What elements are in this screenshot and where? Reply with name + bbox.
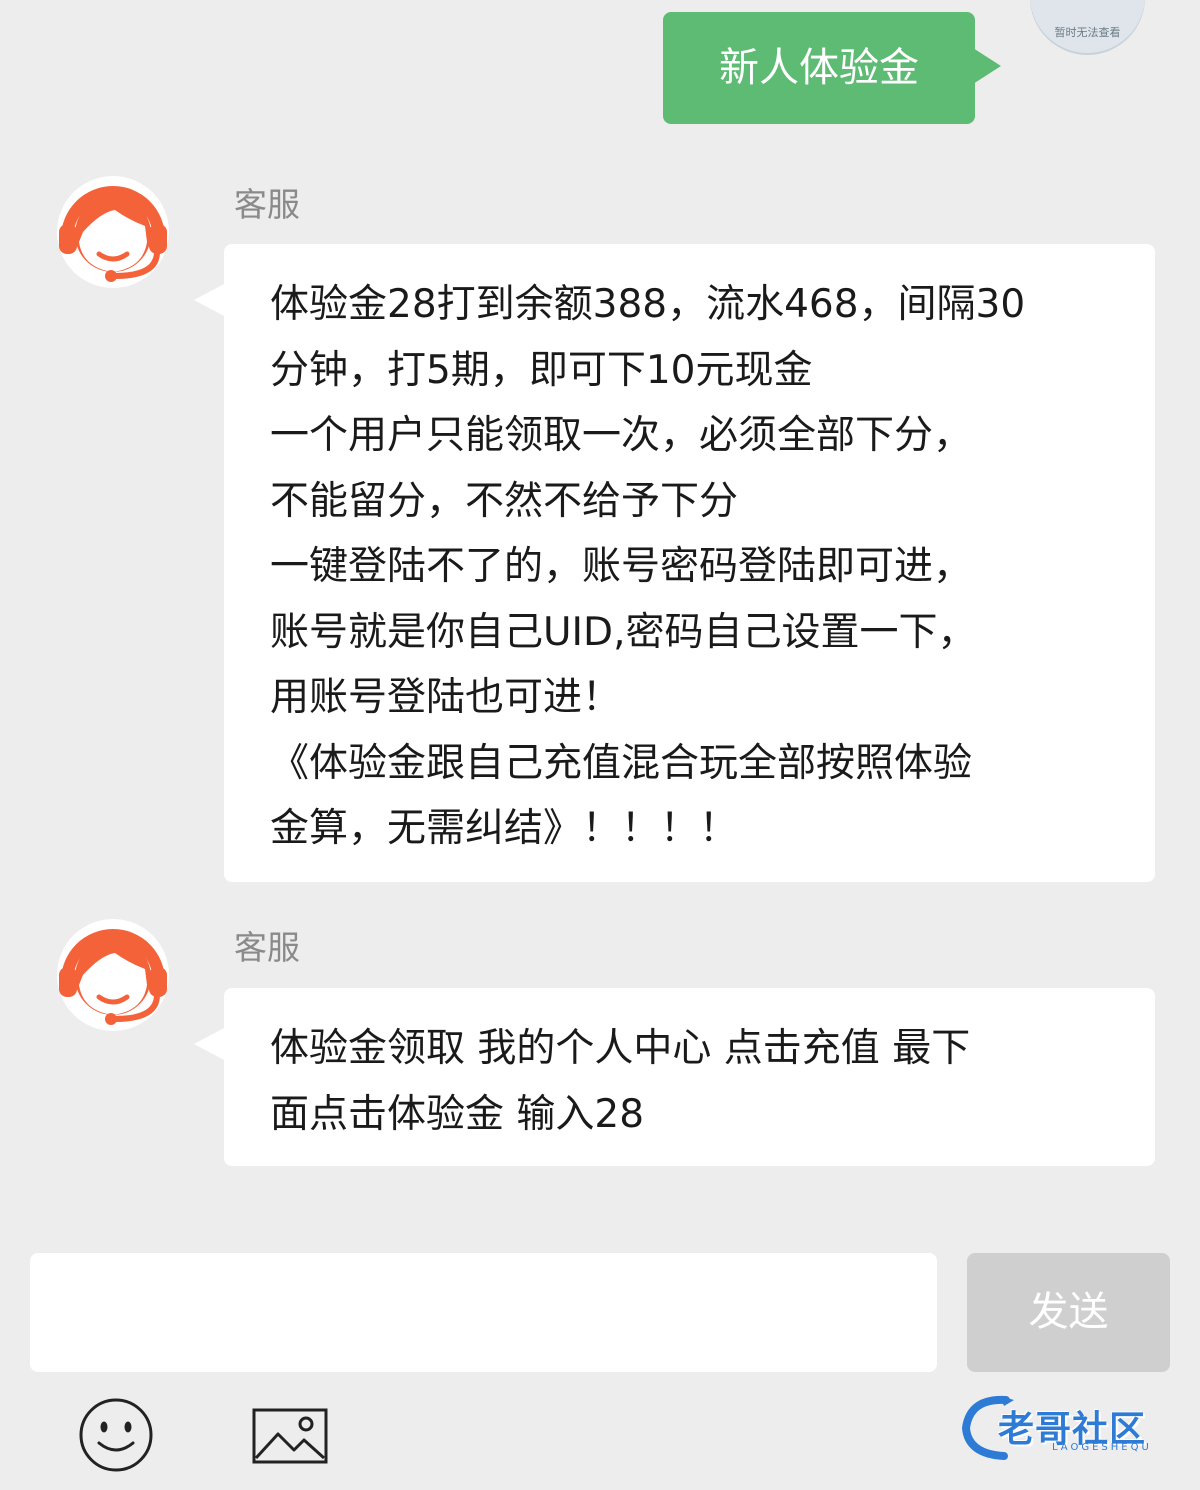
image-icon[interactable] — [252, 1408, 328, 1464]
message-line: 面点击体验金 输入28 — [270, 1091, 645, 1137]
message-line: 不能留分，不然不给予下分 — [270, 478, 739, 524]
user-message-bubble[interactable]: 新人体验金 — [663, 12, 1001, 124]
message-line: 分钟，打5期，即可下10元现金 — [270, 347, 813, 393]
send-button[interactable]: 发送 — [967, 1253, 1170, 1372]
message-input[interactable] — [30, 1253, 937, 1372]
message-line: 用账号登陆也可进！ — [270, 675, 622, 720]
message-line: 一个用户只能领取一次，必须全部下分， — [270, 413, 973, 458]
message-line: 金算，无需纠结》！！！！ — [270, 806, 739, 851]
user-avatar[interactable]: 暂时无法查看 — [1030, 0, 1145, 55]
watermark-logo: 老哥社区 LAOGESHEQU — [960, 1392, 1188, 1462]
sender-name: 客服 — [234, 185, 300, 224]
message-line: 《体验金跟自己充值混合玩全部按照体验 — [270, 740, 973, 786]
user-avatar-caption: 暂时无法查看 — [1054, 26, 1121, 39]
agent-message-bubble[interactable]: 体验金领取 我的个人中心 点击充值 最下 面点击体验金 输入28 — [194, 988, 1155, 1166]
smiley-icon[interactable] — [78, 1397, 154, 1473]
message-line: 账号就是你自己UID,密码自己设置一下， — [270, 609, 977, 655]
message-line: 体验金领取 我的个人中心 点击充值 最下 — [270, 1026, 971, 1071]
agent-message-bubble[interactable]: 体验金28打到余额388，流水468，间隔30 分钟，打5期，即可下10元现金 … — [194, 244, 1155, 882]
customer-service-headset-icon[interactable] — [53, 915, 173, 1035]
watermark-subtext: LAOGESHEQU — [1052, 1442, 1152, 1453]
sender-name: 客服 — [234, 928, 300, 967]
customer-service-headset-icon[interactable] — [53, 172, 173, 292]
message-line: 一键登陆不了的，账号密码登陆即可进， — [270, 544, 973, 589]
message-line: 体验金28打到余额388，流水468，间隔30 — [270, 282, 1026, 327]
user-message-text: 新人体验金 — [719, 45, 919, 91]
